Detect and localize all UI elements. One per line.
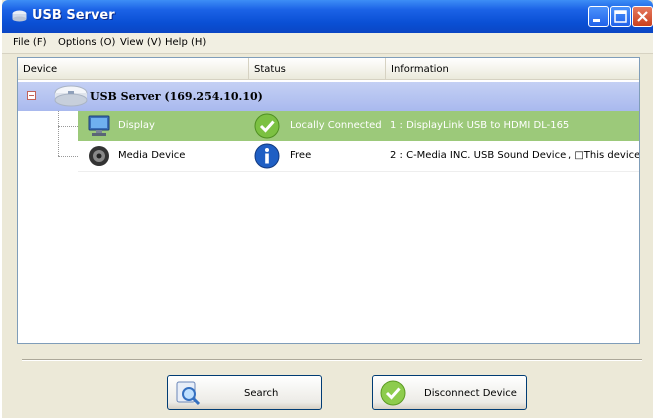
disconnect-button-label: Disconnect Device (424, 388, 517, 399)
server-label: USB Server (169.254.10.10) (90, 90, 263, 103)
column-header-device[interactable]: Device (18, 58, 249, 80)
title-bar[interactable]: USB Server (2, 0, 653, 33)
menu-help[interactable]: Help (H) (165, 37, 206, 48)
collapse-toggle[interactable] (27, 91, 36, 100)
info-icon (254, 143, 280, 169)
menu-file[interactable]: File (F) (13, 37, 46, 48)
device-name: Display (118, 120, 155, 131)
search-button[interactable]: Search (167, 375, 322, 410)
menu-options[interactable]: Options (O) (58, 37, 115, 48)
device-row-display[interactable]: Display Locally Connected 1 : DisplayLin… (78, 111, 639, 141)
column-header-information[interactable]: Information (386, 58, 639, 80)
tree-connector (58, 156, 78, 158)
disconnect-device-button[interactable]: Disconnect Device (372, 375, 527, 410)
device-information: 2 : C-Media INC. USB Sound Device (390, 150, 567, 161)
window-title: USB Server (32, 8, 115, 23)
monitor-icon (88, 115, 110, 136)
column-header-status[interactable]: Status (249, 58, 386, 80)
separator (22, 359, 642, 361)
close-icon (637, 11, 648, 22)
maximize-button[interactable] (610, 6, 631, 27)
search-button-label: Search (244, 388, 279, 399)
usb-server-window: USB Server File (F) Options (O) View (V)… (2, 0, 653, 418)
device-row-media[interactable]: Media Device Free 2 : C-Media INC. USB S… (78, 141, 639, 172)
speaker-icon (89, 146, 109, 166)
device-status: Free (290, 150, 312, 161)
close-button[interactable] (632, 6, 653, 27)
device-extra-info: , □This device... (568, 150, 640, 161)
server-row[interactable]: USB Server (169.254.10.10) (18, 82, 639, 111)
server-icon (54, 85, 88, 107)
device-status: Locally Connected (290, 120, 382, 131)
menu-bar: File (F) Options (O) View (V) Help (H) (2, 33, 653, 54)
device-list[interactable]: Device Status Information USB Server (16… (17, 57, 640, 344)
device-information: 1 : DisplayLink USB to HDMI DL-165 (390, 120, 570, 131)
tree-connector (58, 111, 60, 156)
menu-view[interactable]: View (V) (120, 37, 162, 48)
checkmark-icon (380, 380, 406, 406)
device-name: Media Device (118, 150, 186, 161)
usb-server-icon (12, 10, 27, 22)
checkmark-icon (254, 113, 280, 139)
minimize-button[interactable] (588, 6, 609, 27)
tree-connector (58, 126, 78, 128)
search-icon (176, 381, 201, 406)
maximize-icon (614, 10, 627, 23)
minimize-icon (593, 19, 600, 22)
